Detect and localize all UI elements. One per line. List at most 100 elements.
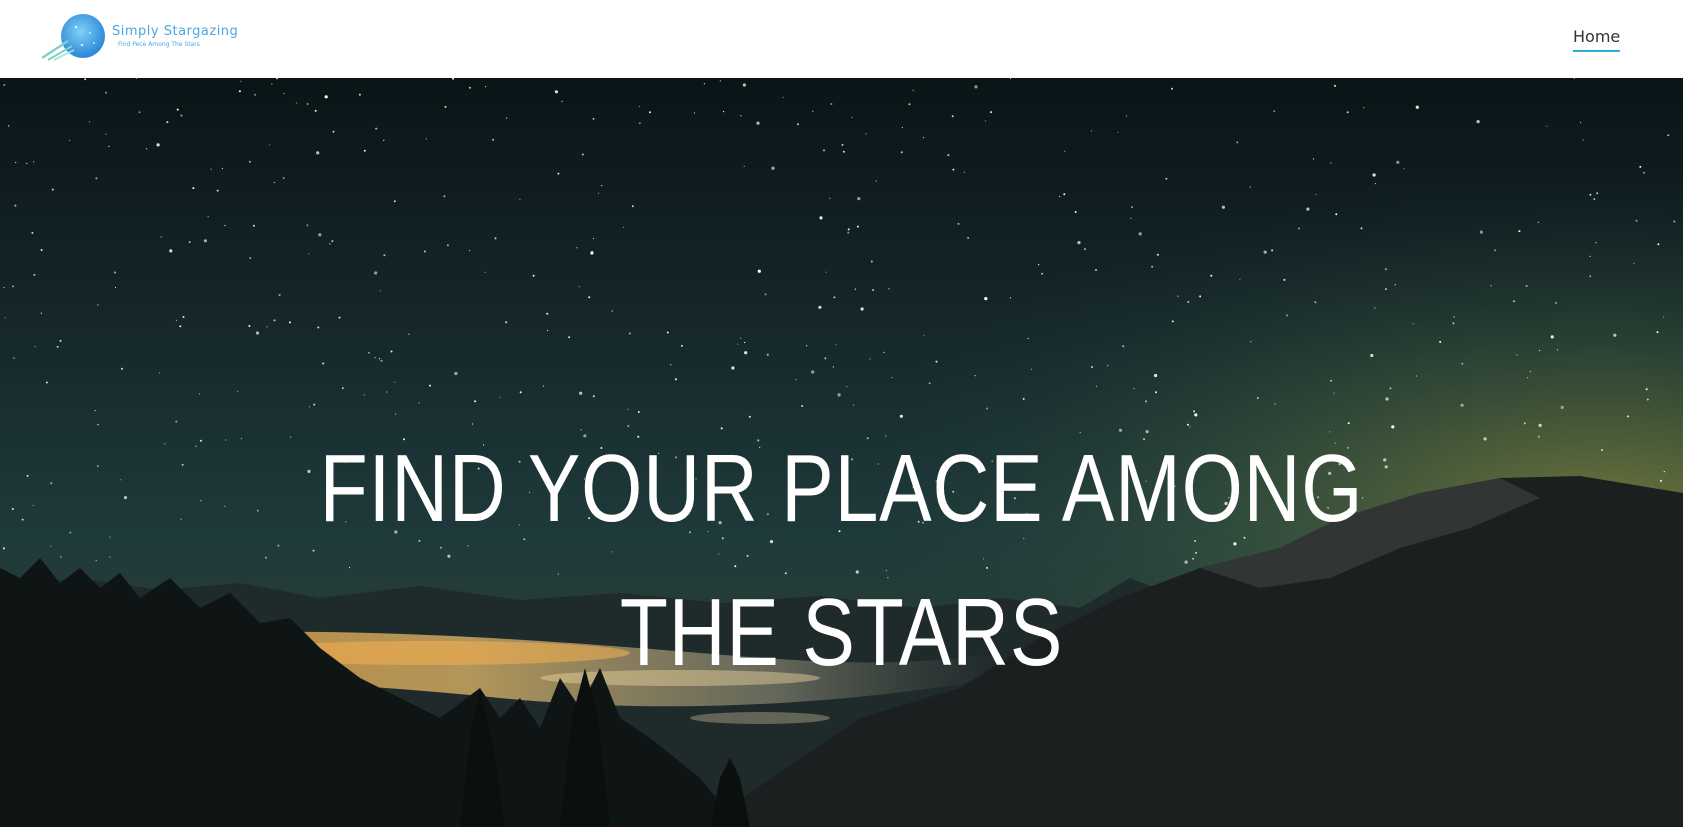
star [408, 333, 410, 335]
star [963, 171, 965, 173]
star [869, 358, 871, 360]
star [1131, 206, 1133, 209]
star [719, 80, 721, 82]
star [468, 86, 471, 89]
star [1389, 387, 1392, 390]
star [3, 287, 5, 289]
star [308, 406, 311, 408]
star [306, 224, 309, 227]
star [158, 372, 161, 374]
star [1084, 248, 1086, 251]
star [1130, 217, 1132, 219]
star [611, 310, 613, 312]
star [680, 344, 683, 347]
star [576, 247, 578, 249]
star [1663, 471, 1665, 473]
star [1580, 122, 1582, 124]
star [266, 326, 268, 328]
star [308, 253, 310, 255]
star [331, 240, 334, 243]
star [782, 96, 784, 99]
star [322, 362, 325, 365]
star [1193, 410, 1195, 413]
star [379, 290, 381, 292]
star [203, 239, 207, 243]
star [757, 269, 761, 273]
star [1663, 316, 1665, 318]
star [1363, 107, 1365, 109]
star [1063, 193, 1066, 196]
star [329, 243, 331, 245]
star [368, 351, 370, 354]
star [109, 556, 111, 558]
nav-home-link[interactable]: Home [1573, 27, 1621, 52]
star [97, 304, 99, 306]
star [238, 90, 241, 93]
star [1439, 340, 1442, 343]
star [801, 405, 804, 407]
star [395, 413, 397, 415]
star [454, 371, 458, 376]
star [743, 165, 745, 167]
star [40, 249, 43, 251]
star [740, 337, 742, 339]
star [332, 130, 335, 133]
star [418, 402, 420, 404]
star [986, 407, 988, 410]
star [45, 381, 48, 384]
star [674, 378, 677, 381]
star [324, 95, 328, 99]
star [820, 218, 822, 220]
star [15, 161, 17, 164]
star [628, 332, 631, 335]
star [492, 138, 495, 141]
star [1330, 379, 1333, 382]
star [249, 257, 252, 260]
star [1210, 274, 1213, 277]
star [598, 192, 600, 194]
star [138, 111, 141, 114]
star [120, 479, 122, 481]
star [546, 312, 549, 315]
star [1384, 288, 1387, 291]
star [579, 391, 583, 395]
star [1283, 278, 1286, 281]
star [1221, 205, 1225, 209]
star [494, 237, 497, 240]
star [578, 286, 580, 288]
star [1154, 373, 1158, 378]
star [40, 312, 42, 314]
star [1177, 295, 1179, 297]
star [221, 167, 223, 170]
star [1271, 249, 1274, 252]
star [1009, 297, 1012, 299]
star [1589, 255, 1591, 257]
star [34, 346, 36, 348]
star [797, 123, 799, 126]
star [554, 90, 559, 94]
star [1117, 131, 1119, 133]
star [1298, 227, 1300, 230]
star [11, 508, 14, 510]
star [951, 115, 954, 118]
star [383, 139, 385, 141]
star [429, 384, 431, 387]
star [744, 341, 746, 344]
star [985, 120, 987, 122]
star [1286, 314, 1289, 317]
star [50, 482, 53, 485]
star [1074, 211, 1077, 213]
site-logo[interactable]: Simply Stargazing Find Pece Among The St… [42, 13, 242, 63]
star [592, 117, 595, 120]
star [823, 149, 825, 152]
star [363, 394, 365, 396]
star [857, 197, 861, 201]
star [33, 161, 35, 163]
star [532, 274, 535, 277]
star [210, 168, 212, 170]
star [1250, 341, 1252, 343]
star [1138, 232, 1142, 236]
star [1274, 403, 1276, 405]
star [188, 241, 191, 244]
star [853, 404, 855, 406]
